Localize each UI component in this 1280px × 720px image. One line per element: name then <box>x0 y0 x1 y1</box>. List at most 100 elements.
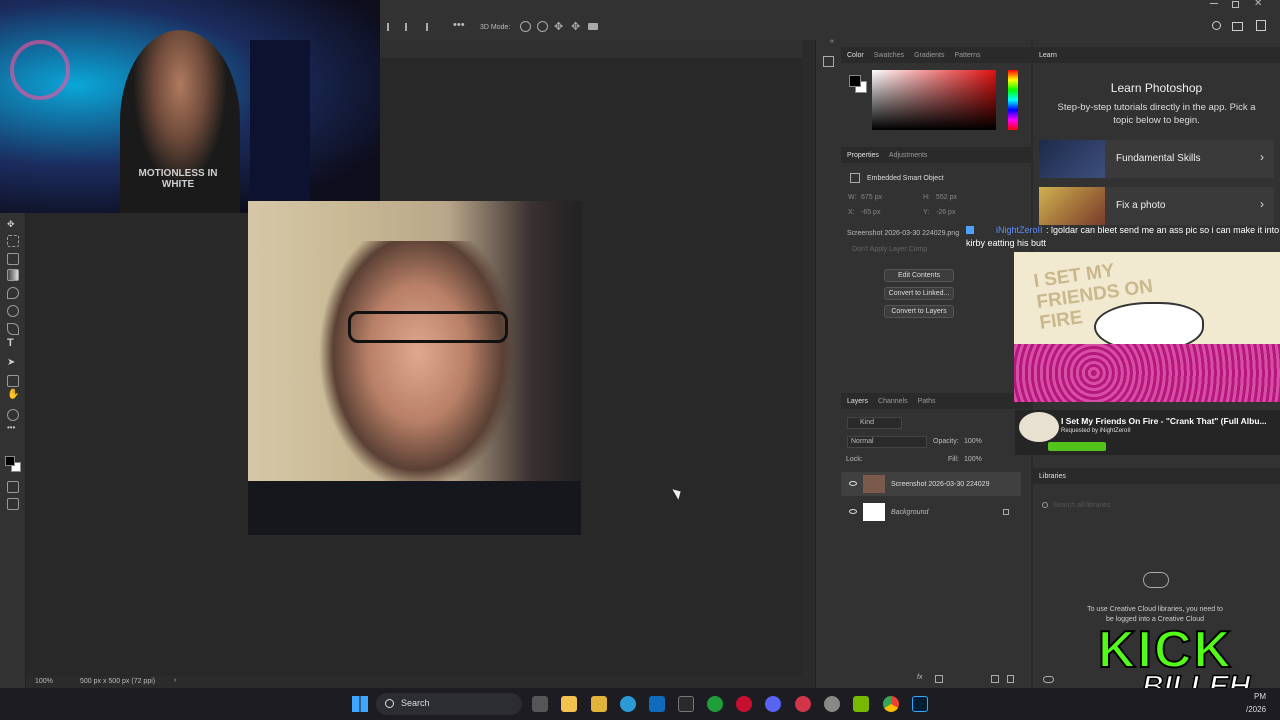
edge-icon[interactable] <box>620 696 636 712</box>
eraser-tool-icon[interactable] <box>7 253 19 265</box>
app-red-icon[interactable] <box>736 696 752 712</box>
dodge-tool-icon[interactable] <box>7 305 19 317</box>
streamer-webcam: MOTIONLESS IN WHITE <box>0 0 380 213</box>
eye-icon[interactable] <box>849 481 857 486</box>
album-art: I SET MY FRIENDS ON FIRE <box>1014 252 1280 402</box>
pen-tool-icon[interactable] <box>7 323 19 335</box>
fill-value[interactable]: 100% <box>964 456 982 463</box>
gaming-chair <box>250 40 310 213</box>
rectangle-tool-icon[interactable] <box>7 375 19 387</box>
chrome-icon[interactable] <box>883 696 899 712</box>
share-icon[interactable] <box>1256 20 1266 31</box>
nvidia-icon[interactable] <box>853 696 869 712</box>
discord-icon[interactable] <box>765 696 781 712</box>
close-button[interactable]: ✕ <box>1254 0 1262 9</box>
taskbar-search-label: Search <box>401 698 430 708</box>
layer-thumbnail <box>863 475 885 493</box>
quick-mask-icon[interactable] <box>7 481 19 493</box>
3d-orbit-icon[interactable] <box>520 21 531 32</box>
type-tool-icon[interactable]: T <box>7 337 19 349</box>
settings-icon[interactable] <box>824 696 840 712</box>
delete-layer-icon[interactable] <box>1007 675 1014 683</box>
3d-camera-icon[interactable] <box>588 23 598 30</box>
tab-paths[interactable]: Paths <box>918 398 936 405</box>
convert-to-linked-button[interactable]: Convert to Linked... <box>884 287 954 300</box>
tab-channels[interactable]: Channels <box>878 398 908 405</box>
color-picker-field[interactable] <box>872 70 996 130</box>
smart-object-file-name: Screenshot 2026-03-30 224029.png <box>847 230 960 237</box>
hue-slider[interactable] <box>1008 70 1018 130</box>
tab-layers[interactable]: Layers <box>847 398 868 405</box>
fx-icon[interactable]: fx <box>917 674 922 681</box>
x-label: X: <box>848 209 855 216</box>
screen-mode-icon[interactable] <box>7 498 19 510</box>
task-view-icon[interactable] <box>532 696 548 712</box>
collapse-panels-icon[interactable]: « <box>830 38 834 45</box>
x-value[interactable]: -65 px <box>861 209 880 216</box>
xbox-icon[interactable] <box>707 696 723 712</box>
photoshop-icon[interactable] <box>912 696 928 712</box>
properties-panel-tabs: Properties Adjustments <box>841 147 1031 163</box>
new-layer-icon[interactable] <box>991 675 999 683</box>
convert-to-layers-button[interactable]: Convert to Layers <box>884 305 954 318</box>
more-tools-icon[interactable]: ••• <box>7 423 19 435</box>
minimize-button[interactable] <box>1210 3 1218 4</box>
tab-adjustments[interactable]: Adjustments <box>889 152 928 159</box>
search-icon[interactable] <box>1212 21 1221 30</box>
eye-icon[interactable] <box>849 509 857 514</box>
learn-panel-tabs: Learn <box>1033 47 1280 63</box>
history-panel-icon[interactable] <box>823 56 834 67</box>
edit-contents-button[interactable]: Edit Contents <box>884 269 954 282</box>
app-pink-icon[interactable] <box>795 696 811 712</box>
blur-tool-icon[interactable] <box>7 287 19 299</box>
color-fg-swatch[interactable] <box>849 75 861 87</box>
learn-card-fundamental-skills[interactable]: Fundamental Skills › <box>1039 140 1274 178</box>
height-value[interactable]: 552 px <box>936 194 957 201</box>
outlook-icon[interactable] <box>649 696 665 712</box>
zoom-tool-icon[interactable] <box>7 409 19 421</box>
marquee-tool-icon[interactable] <box>7 235 19 247</box>
taskbar-search[interactable]: Search <box>376 693 522 715</box>
file-explorer-icon[interactable] <box>561 696 577 712</box>
tab-color[interactable]: Color <box>847 52 864 59</box>
layer-comp-select[interactable]: Don't Apply Layer Comp <box>852 246 927 253</box>
mask-icon[interactable] <box>935 675 943 683</box>
maximize-button[interactable] <box>1232 1 1239 8</box>
blend-mode-select[interactable]: Normal <box>847 436 927 448</box>
gradient-tool-icon[interactable] <box>7 269 19 281</box>
workspace-icon[interactable] <box>1232 22 1243 31</box>
align-center-icon[interactable] <box>405 23 413 31</box>
object-type-label: Embedded Smart Object <box>867 175 944 182</box>
more-options-icon[interactable]: ••• <box>453 19 465 31</box>
3d-pan-icon[interactable]: ✥ <box>554 20 563 33</box>
path-selection-tool-icon[interactable]: ➤ <box>7 357 19 369</box>
hand-tool-icon[interactable]: ✋ <box>7 389 19 401</box>
align-right-icon[interactable] <box>426 23 434 31</box>
tab-gradients[interactable]: Gradients <box>914 52 944 59</box>
cc-sync-icon[interactable] <box>1043 676 1054 683</box>
zoom-level[interactable]: 100% <box>35 678 53 685</box>
opacity-value[interactable]: 100% <box>964 438 982 445</box>
tab-learn[interactable]: Learn <box>1039 52 1057 59</box>
move-tool-icon[interactable]: ✥ <box>7 219 19 231</box>
tab-libraries[interactable]: Libraries <box>1039 473 1066 480</box>
tab-patterns[interactable]: Patterns <box>954 52 980 59</box>
status-expand-icon[interactable]: › <box>174 677 176 684</box>
align-left-icon[interactable] <box>387 23 395 31</box>
lock-icon[interactable] <box>1003 509 1009 515</box>
width-value[interactable]: 675 px <box>861 194 882 201</box>
y-value[interactable]: -26 px <box>936 209 955 216</box>
layer-row[interactable]: Screenshot 2026-03-30 224029 <box>841 472 1021 496</box>
3d-slide-icon[interactable]: ✥ <box>571 20 580 33</box>
3d-roll-icon[interactable] <box>537 21 548 32</box>
foreground-color-swatch[interactable] <box>5 456 15 466</box>
layer-row[interactable]: Background <box>841 500 1021 524</box>
terminal-icon[interactable] <box>678 696 694 712</box>
learn-card-fix-a-photo[interactable]: Fix a photo › <box>1039 187 1274 225</box>
start-icon[interactable] <box>352 696 368 712</box>
tab-properties[interactable]: Properties <box>847 152 879 159</box>
tab-swatches[interactable]: Swatches <box>874 52 904 59</box>
libraries-search[interactable]: Search all libraries <box>1039 499 1274 513</box>
store-icon[interactable] <box>591 696 607 712</box>
layer-kind-filter[interactable]: Kind <box>847 417 902 429</box>
